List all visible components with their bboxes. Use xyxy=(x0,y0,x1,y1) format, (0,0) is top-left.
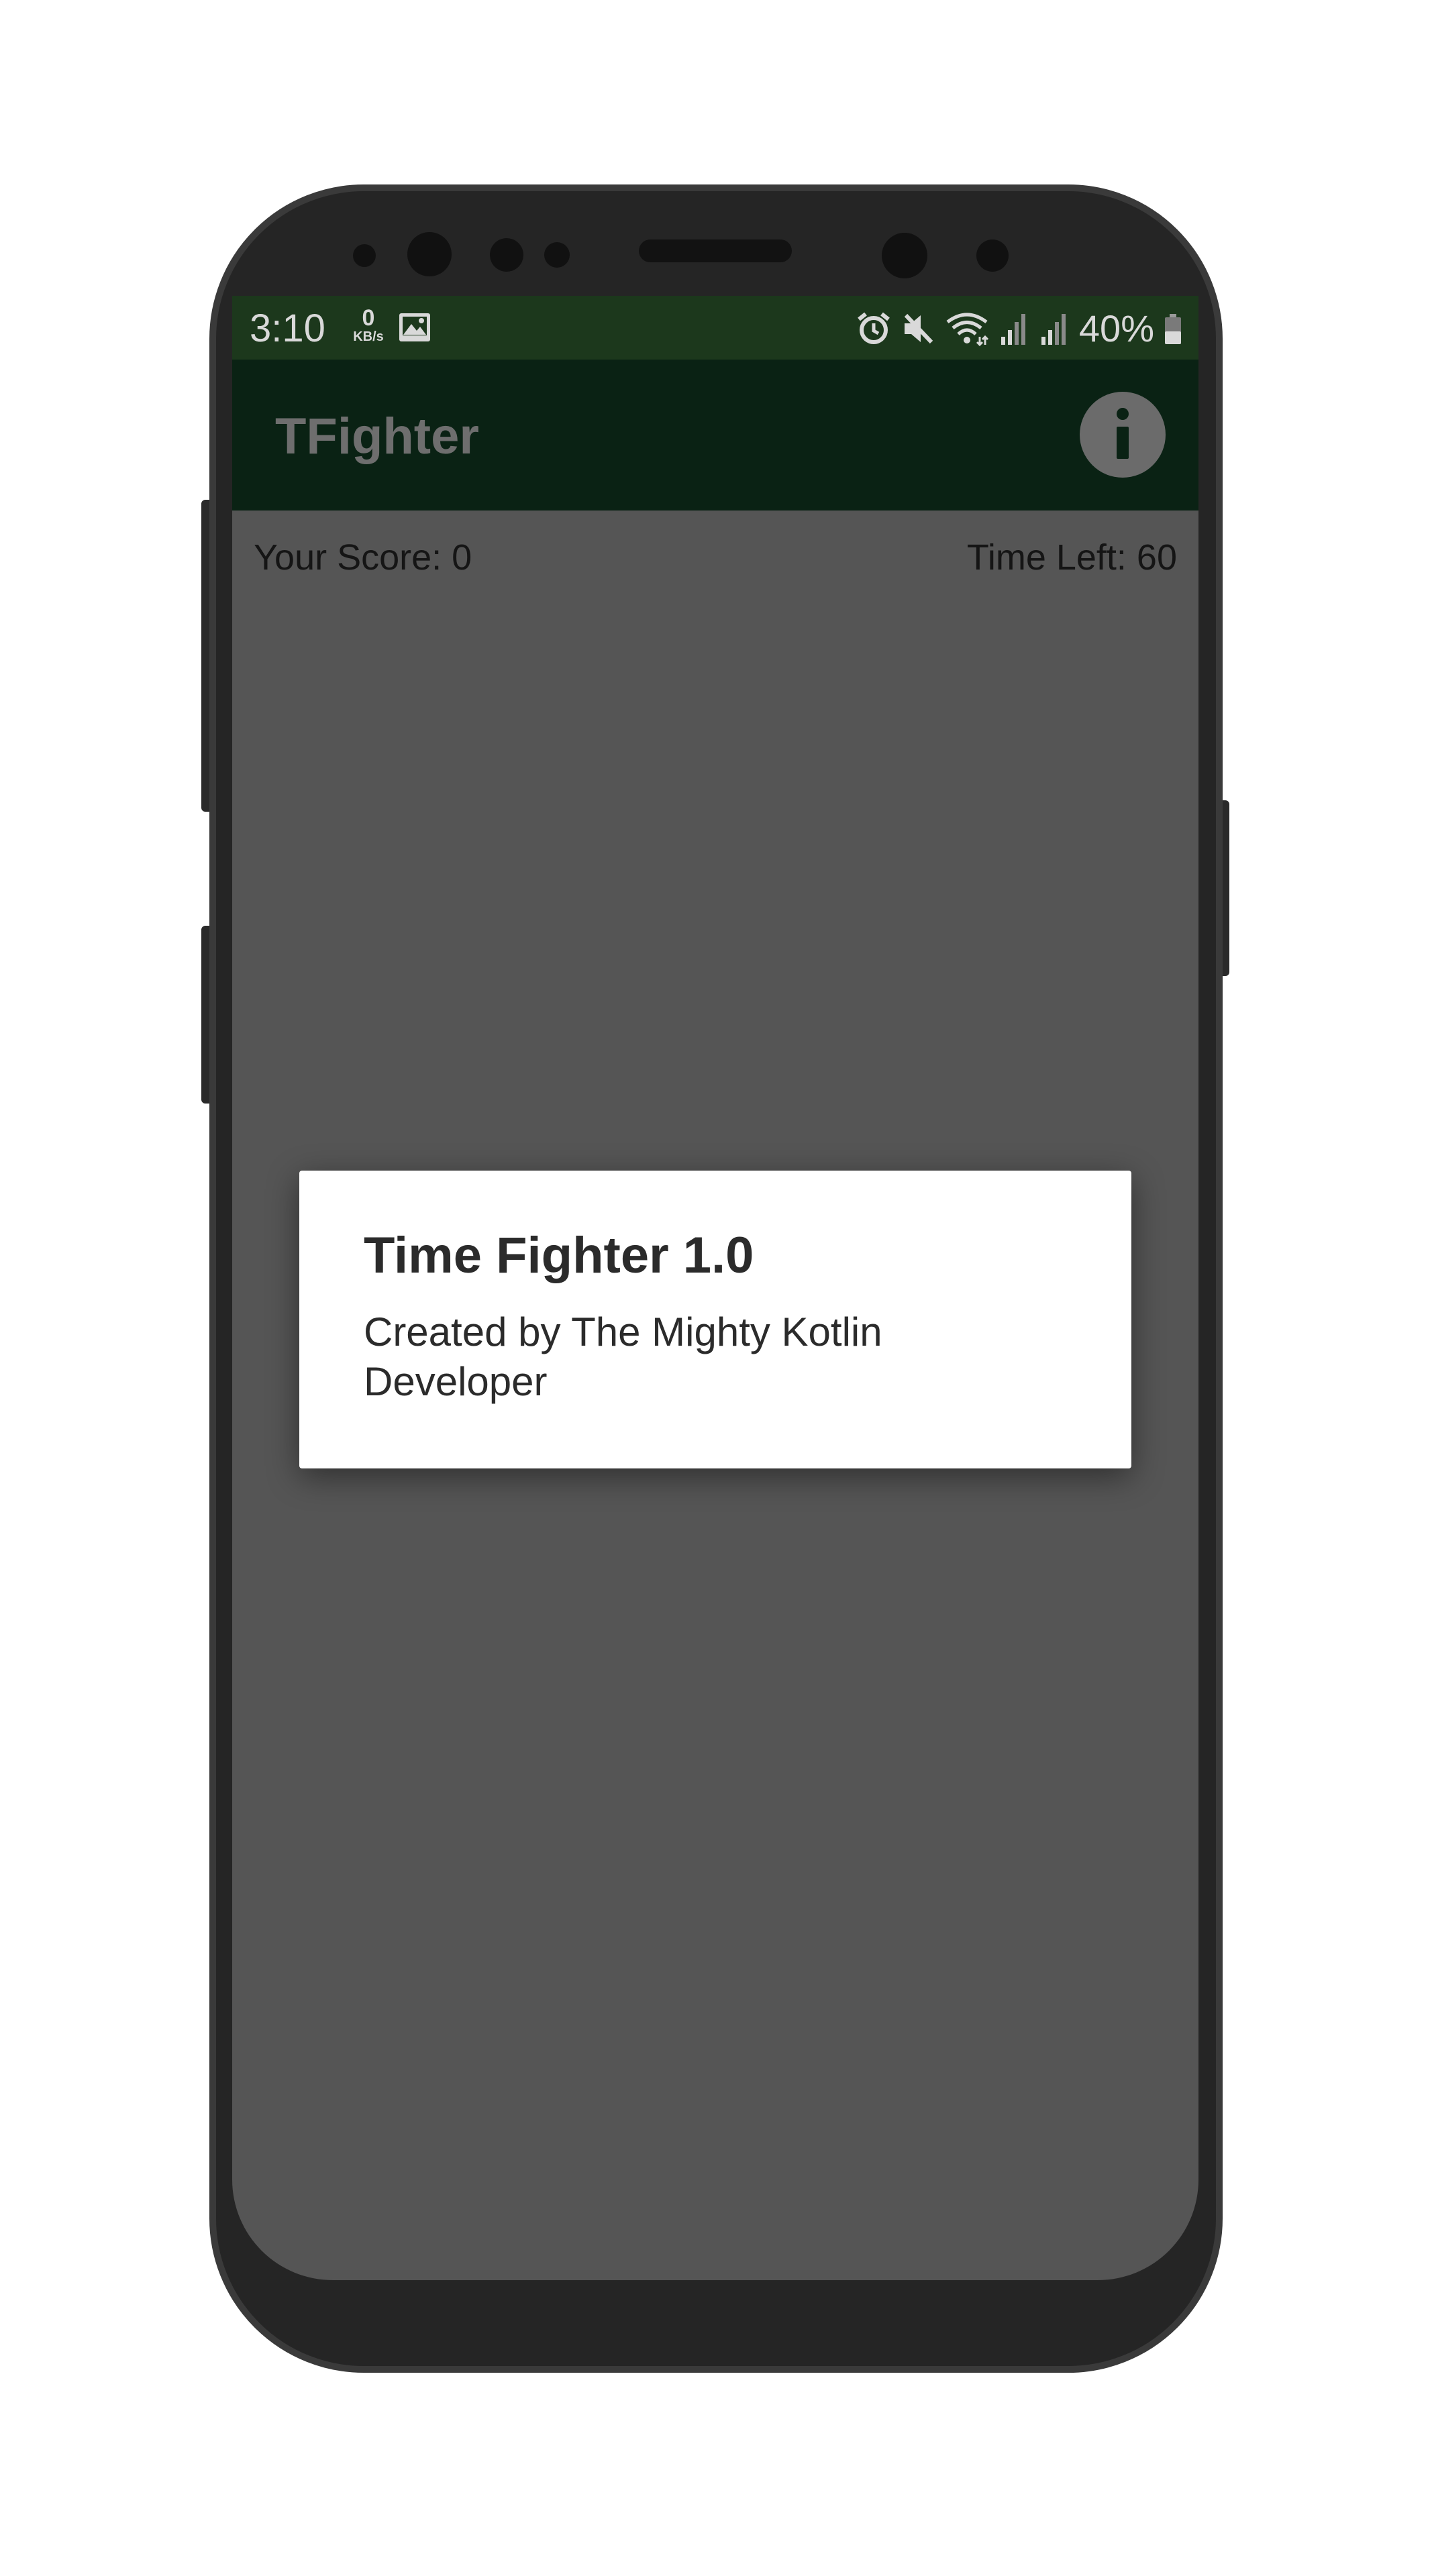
front-camera xyxy=(407,232,452,276)
about-dialog: Time Fighter 1.0 Created by The Mighty K… xyxy=(299,1171,1131,1468)
time-left-label: Time Left: 60 xyxy=(966,537,1177,578)
dialog-title: Time Fighter 1.0 xyxy=(364,1227,754,1284)
page: 3:10 0 KB/s 40% TFighter Your Score: 0 T… xyxy=(0,0,1432,2576)
info-icon-dot xyxy=(1117,408,1129,420)
signal-icon xyxy=(1001,314,1025,345)
network-speed-value: 0 xyxy=(362,305,375,331)
iris-camera xyxy=(882,233,927,278)
light-sensor xyxy=(544,242,570,268)
proximity-sensor xyxy=(353,244,376,267)
dialog-message: Created by The Mighty Kotlin Developer xyxy=(364,1309,882,1404)
battery-icon xyxy=(1165,314,1181,344)
mute-icon xyxy=(904,313,933,344)
iris-led xyxy=(976,239,1009,272)
score-label: Your Score: 0 xyxy=(254,537,472,578)
network-speed-unit: KB/s xyxy=(353,329,384,344)
info-button[interactable] xyxy=(1080,392,1166,478)
network-speed: 0 KB/s xyxy=(345,307,392,344)
battery-percent: 40% xyxy=(1078,307,1154,350)
signal-icon xyxy=(1041,314,1066,345)
image-icon xyxy=(399,313,430,341)
iris-sensor xyxy=(490,238,523,272)
earpiece-speaker xyxy=(639,239,792,262)
info-icon-bar xyxy=(1117,427,1129,459)
status-icons: 40% xyxy=(856,305,1182,352)
app-bar: TFighter xyxy=(232,360,1198,511)
status-bar: 3:10 0 KB/s 40% xyxy=(232,296,1198,360)
status-time: 3:10 xyxy=(250,307,325,350)
alarm-icon xyxy=(858,312,890,344)
app-title: TFighter xyxy=(275,408,479,465)
wifi-icon xyxy=(946,313,988,346)
